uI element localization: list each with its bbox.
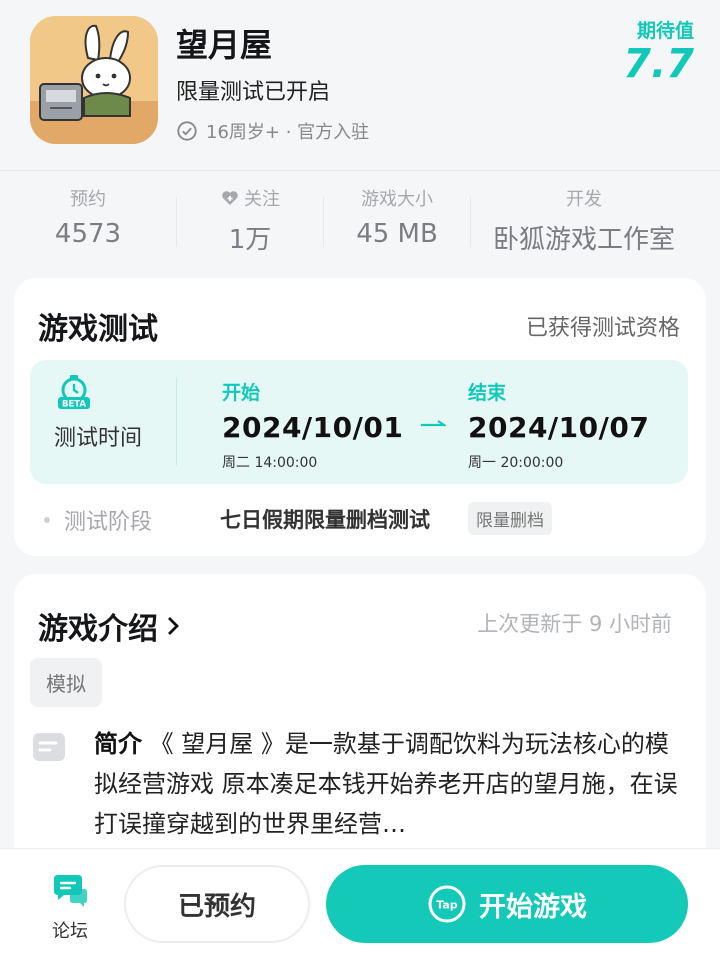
- age-official-label: 16周岁+ · 官方入驻: [206, 122, 370, 143]
- beta-icon: BETA: [58, 375, 90, 410]
- reserved-button[interactable]: 已预约: [124, 865, 310, 943]
- app-title: 望月屋: [176, 26, 273, 64]
- stat-follow[interactable]: 关注 1万: [177, 171, 323, 270]
- end-date: 2024/10/07: [468, 411, 650, 444]
- test-time-box: BETA 测试时间 开始 2024/10/01 周二 14:00:00 结束 2…: [30, 360, 688, 484]
- desc-prefix: 简介: [94, 730, 142, 758]
- start-day-time: 周二 14:00:00: [222, 455, 318, 471]
- intro-title-link[interactable]: 游戏介绍: [38, 604, 180, 648]
- stats-row: 预约 4573 关注 1万 游戏大小 45 MB 开发 卧狐游戏工作室: [0, 170, 720, 270]
- test-qualification-status: 已获得测试资格: [525, 316, 680, 341]
- stat-value: 卧狐游戏工作室: [492, 225, 675, 255]
- stat-label: 开发: [566, 189, 602, 210]
- forum-chat-icon: [54, 875, 87, 907]
- start-game-label: 开始游戏: [479, 891, 587, 923]
- beta-badge-text: BETA: [62, 400, 86, 410]
- desc-text: 《 望月屋 》是一款基于调配饮料为玩法核心的模拟经营游戏 原本凑足本钱开始养老开…: [94, 730, 678, 838]
- genre-tag[interactable]: 模拟: [30, 658, 102, 707]
- stat-label: 游戏大小: [361, 189, 433, 210]
- expect-label: 期待值: [636, 20, 694, 42]
- app-header: 望月屋 限量测试已开启 16周岁+ · 官方入驻 期待值 7.7: [0, 0, 720, 166]
- document-icon: [33, 733, 65, 761]
- test-phase-value: 七日假期限量删档测试: [220, 508, 430, 532]
- start-label: 开始: [222, 382, 261, 404]
- test-start: 开始 2024/10/01 周二 14:00:00: [222, 378, 403, 472]
- test-end: 结束 2024/10/07 周一 20:00:00: [468, 378, 649, 472]
- arrow-right-icon: [421, 420, 446, 427]
- stat-value: 4573: [54, 219, 122, 249]
- taptap-logo-icon: Tap: [428, 885, 466, 923]
- bullet-dot: [44, 517, 50, 523]
- test-phase-label: 测试阶段: [44, 504, 152, 536]
- verified-check-icon: [177, 121, 197, 141]
- expect-value: 7.7: [623, 41, 694, 87]
- game-intro-card: 游戏介绍 上次更新于 9 小时前 模拟 简介 《 望月屋 》是一款基于调配饮料为…: [14, 574, 706, 874]
- stat-reservations: 预约 4573: [0, 171, 176, 270]
- test-time-label: 测试时间: [54, 426, 143, 451]
- stat-value: 1万: [228, 225, 272, 255]
- end-day-time: 周一 20:00:00: [468, 455, 564, 471]
- start-game-button[interactable]: Tap 开始游戏: [326, 865, 688, 943]
- bottom-action-bar: 论坛 已预约 Tap 开始游戏: [0, 848, 720, 960]
- expect-score[interactable]: 期待值 7.7: [623, 16, 694, 85]
- tap-logo-text: Tap: [436, 899, 458, 912]
- follow-label: 关注: [244, 189, 280, 210]
- end-label: 结束: [468, 382, 507, 404]
- phase-label-text: 测试阶段: [64, 510, 153, 535]
- start-date: 2024/10/01: [222, 411, 404, 444]
- chevron-right-icon: [168, 617, 179, 635]
- game-test-card: 游戏测试 已获得测试资格 BETA 测试时间 开始 2024/10/01 周二 …: [14, 278, 706, 556]
- stat-size: 游戏大小 45 MB: [324, 171, 470, 270]
- stat-label-follow: 关注: [177, 185, 323, 211]
- app-icon[interactable]: [30, 16, 158, 144]
- forum-button[interactable]: 论坛: [40, 869, 100, 943]
- stat-value: 45 MB: [356, 219, 438, 249]
- last-updated: 上次更新于 9 小时前: [477, 612, 672, 636]
- intro-title: 游戏介绍: [38, 612, 158, 647]
- forum-label: 论坛: [52, 921, 88, 942]
- stat-developer[interactable]: 开发 卧狐游戏工作室: [471, 171, 697, 270]
- heart-plus-icon: [222, 191, 238, 205]
- divider: [176, 378, 177, 466]
- test-card-title: 游戏测试: [38, 312, 158, 347]
- phase-tag: 限量删档: [468, 502, 552, 535]
- app-subtitle: 限量测试已开启: [176, 80, 331, 105]
- intro-description[interactable]: 简介 《 望月屋 》是一款基于调配饮料为玩法核心的模拟经营游戏 原本凑足本钱开始…: [94, 724, 678, 844]
- app-meta: 16周岁+ · 官方入驻: [176, 118, 369, 144]
- stat-label: 预约: [70, 189, 106, 210]
